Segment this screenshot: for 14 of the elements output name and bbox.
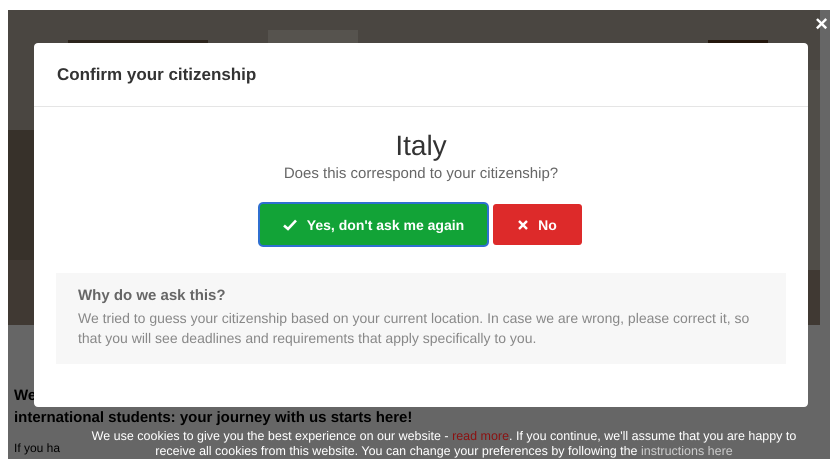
close-icon (518, 220, 528, 230)
country-name: Italy (395, 129, 447, 163)
check-icon (282, 218, 297, 230)
cookie-notice: We use cookies to give you the best experience on our website - read more. If you continue, we'll assume that you are happy to receive all cookies from this website. You can change your preferences by following the instructions here (90, 429, 798, 459)
info-title: Why do we ask this? (78, 287, 226, 304)
close-button[interactable]: × (813, 12, 830, 36)
page-paragraph: If you ha (14, 441, 60, 455)
question-text: Does this correspond to your citizenship? (284, 165, 558, 182)
dialog-title: Confirm your citizenship (57, 64, 256, 84)
info-text: We tried to guess your citizenship based on your current location. In case we are wrong, please correct it, so that you will see deadlines and requirements that apply specifically to you. (78, 309, 750, 348)
reject-button[interactable]: No (493, 204, 582, 245)
page-heading: international students: your journey with us starts here! (14, 408, 412, 428)
confirm-button[interactable]: Yes, don't ask me again (260, 204, 487, 245)
instructions-link[interactable]: instructions here (640, 444, 733, 458)
